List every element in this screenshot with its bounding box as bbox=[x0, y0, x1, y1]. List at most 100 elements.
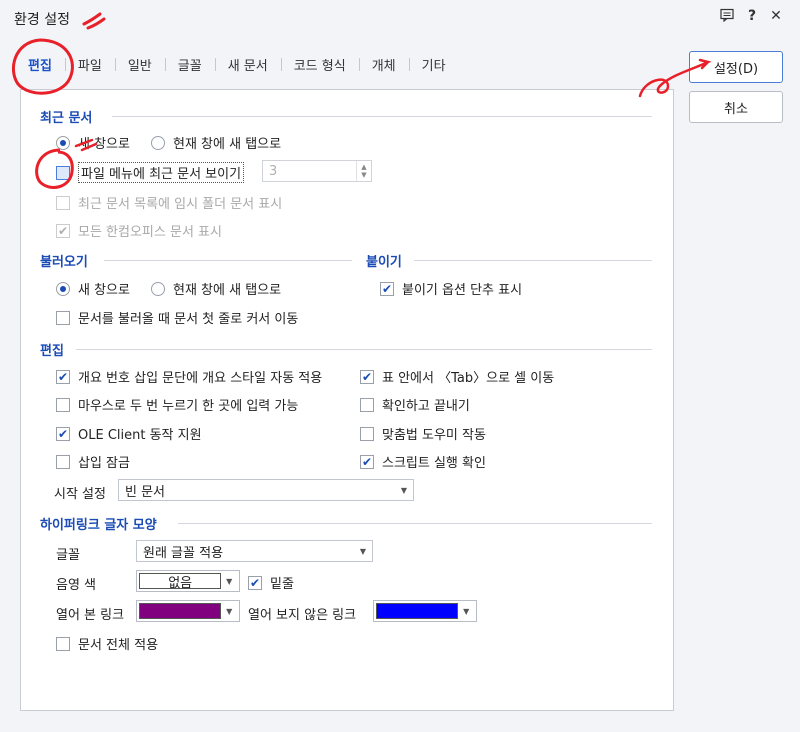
color-swatch bbox=[139, 603, 222, 619]
checkbox[interactable] bbox=[56, 397, 70, 412]
checkbox-label: 파일 메뉴에 최근 문서 보이기 bbox=[78, 162, 245, 183]
color-swatch bbox=[376, 603, 459, 619]
hyperlink-font-label: 글꼴 bbox=[56, 548, 80, 563]
recent-count-spinner[interactable]: 3 ▲ ▼ bbox=[262, 160, 372, 182]
checkmark-icon[interactable]: ✔ bbox=[360, 454, 374, 469]
section-hyperlink-title: 하이퍼링크 글자 모양 bbox=[40, 518, 157, 533]
window-title: 환경 설정 bbox=[14, 12, 70, 28]
chevron-down-icon: ▼ bbox=[400, 485, 407, 495]
checkbox-label: 최근 문서 목록에 임시 폴더 문서 표시 bbox=[78, 197, 283, 212]
chevron-down-icon: ▼ bbox=[359, 546, 366, 556]
edit-dblclick[interactable]: 마우스로 두 번 누르기 한 곳에 입력 가능 bbox=[56, 395, 298, 414]
select-value: 원래 글꼴 적용 bbox=[143, 545, 224, 561]
checkbox[interactable] bbox=[56, 636, 70, 651]
tab-code-format[interactable]: 코드 형식 bbox=[280, 55, 359, 74]
spinner-value[interactable]: 3 bbox=[263, 164, 356, 179]
section-divider bbox=[414, 260, 652, 261]
radio-unselected[interactable] bbox=[151, 281, 165, 296]
tab-edit[interactable]: 편집 bbox=[28, 55, 65, 74]
section-paste-title: 붙이기 bbox=[366, 255, 402, 270]
checkbox-label: 확인하고 끝내기 bbox=[382, 399, 470, 414]
underline-checkbox[interactable]: ✔ 밑줄 bbox=[248, 573, 294, 592]
hyperlink-font-select[interactable]: 원래 글꼴 적용 ▼ bbox=[136, 540, 373, 562]
tab-object[interactable]: 개체 bbox=[358, 55, 409, 74]
start-setting-label: 시작 설정 bbox=[54, 487, 106, 502]
checkbox[interactable] bbox=[56, 310, 70, 325]
checkbox-label: 붙이기 옵션 단추 표시 bbox=[402, 283, 523, 298]
tab-file[interactable]: 파일 bbox=[64, 55, 115, 74]
paste-options-checkbox[interactable]: ✔ 붙이기 옵션 단추 표시 bbox=[380, 279, 522, 298]
checkbox[interactable] bbox=[360, 426, 374, 441]
close-icon[interactable]: ✕ bbox=[768, 8, 784, 24]
radio-selected[interactable] bbox=[56, 135, 70, 150]
comment-icon[interactable] bbox=[719, 8, 735, 26]
chevron-down-icon[interactable]: ▼ bbox=[221, 607, 237, 616]
section-open-title: 불러오기 bbox=[40, 255, 88, 270]
section-divider bbox=[104, 260, 352, 261]
tab-font[interactable]: 글꼴 bbox=[164, 55, 215, 74]
edit-tab-cell[interactable]: ✔ 표 안에서 〈Tab〉으로 셀 이동 bbox=[360, 367, 554, 386]
section-divider bbox=[112, 116, 652, 117]
checkmark-icon[interactable]: ✔ bbox=[56, 369, 70, 384]
checkmark-icon[interactable]: ✔ bbox=[248, 575, 262, 590]
checkbox-label: 삽입 잠금 bbox=[78, 456, 130, 471]
spinner-arrows[interactable]: ▲ ▼ bbox=[356, 161, 371, 181]
help-icon[interactable]: ? bbox=[744, 8, 760, 24]
checkbox-label: OLE Client 동작 지원 bbox=[78, 428, 202, 443]
select-value: 빈 문서 bbox=[125, 484, 166, 500]
checkmark-icon: ✔ bbox=[56, 223, 70, 238]
tab-other[interactable]: 기타 bbox=[408, 55, 459, 74]
radio-unselected[interactable] bbox=[151, 135, 165, 150]
unvisited-link-label: 열어 보지 않은 링크 bbox=[248, 608, 357, 623]
edit-insert-lock[interactable]: 삽입 잠금 bbox=[56, 452, 130, 471]
edit-outline-style[interactable]: ✔ 개요 번호 삽입 문단에 개요 스타일 자동 적용 bbox=[56, 367, 322, 386]
apply-all-checkbox[interactable]: 문서 전체 적용 bbox=[56, 634, 158, 653]
visited-color-picker[interactable]: ▼ bbox=[136, 600, 240, 622]
ok-button[interactable]: 설정(D) bbox=[689, 51, 783, 83]
checkbox-label: 마우스로 두 번 누르기 한 곳에 입력 가능 bbox=[78, 399, 299, 414]
cancel-button[interactable]: 취소 bbox=[689, 91, 783, 123]
checkbox-label: 문서 전체 적용 bbox=[78, 638, 159, 653]
checkmark-icon[interactable]: ✔ bbox=[380, 281, 394, 296]
radio-label: 새 창으로 bbox=[78, 137, 130, 152]
section-divider bbox=[76, 349, 652, 350]
hyperlink-shade-label: 음영 색 bbox=[56, 578, 97, 593]
checkmark-icon[interactable]: ✔ bbox=[56, 426, 70, 441]
checkbox-label: 표 안에서 〈Tab〉으로 셀 이동 bbox=[382, 371, 555, 386]
radio-label: 현재 창에 새 탭으로 bbox=[173, 137, 282, 152]
checkbox-label: 맞춤법 도우미 작동 bbox=[382, 428, 486, 443]
edit-spell[interactable]: 맞춤법 도우미 작동 bbox=[360, 424, 486, 443]
tab-new-document[interactable]: 새 문서 bbox=[214, 55, 281, 74]
checkbox-label: 문서를 불러올 때 문서 첫 줄로 커서 이동 bbox=[78, 312, 299, 327]
radio-label: 현재 창에 새 탭으로 bbox=[173, 283, 282, 298]
unvisited-color-picker[interactable]: ▼ bbox=[373, 600, 477, 622]
chevron-down-icon[interactable]: ▼ bbox=[458, 607, 474, 616]
checkbox-label: 밑줄 bbox=[270, 577, 294, 592]
shade-color-picker[interactable]: 없음 ▼ bbox=[136, 570, 240, 592]
edit-script-confirm[interactable]: ✔ 스크립트 실행 확인 bbox=[360, 452, 486, 471]
checkbox bbox=[56, 195, 70, 210]
start-setting-select[interactable]: 빈 문서 ▼ bbox=[118, 479, 414, 501]
tab-bar: 편집 파일 일반 글꼴 새 문서 코드 형식 개체 기타 bbox=[28, 55, 459, 74]
checkbox-label: 모든 한컴오피스 문서 표시 bbox=[78, 225, 222, 240]
radio-selected[interactable] bbox=[56, 281, 70, 296]
open-radio-new[interactable]: 새 창으로 bbox=[56, 279, 130, 298]
checkbox[interactable] bbox=[56, 454, 70, 469]
recent-radio-tab[interactable]: 현재 창에 새 탭으로 bbox=[151, 133, 281, 152]
edit-confirm-exit[interactable]: 확인하고 끝내기 bbox=[360, 395, 470, 414]
checkbox[interactable] bbox=[360, 397, 374, 412]
visited-link-label: 열어 본 링크 bbox=[56, 608, 125, 623]
recent-show-in-menu[interactable]: 파일 메뉴에 최근 문서 보이기 bbox=[56, 162, 245, 183]
chevron-down-icon[interactable]: ▼ bbox=[221, 577, 237, 586]
section-divider bbox=[178, 523, 652, 524]
recent-radio-new[interactable]: 새 창으로 bbox=[56, 133, 130, 152]
open-radio-tab[interactable]: 현재 창에 새 탭으로 bbox=[151, 279, 281, 298]
checkbox-label: 스크립트 실행 확인 bbox=[382, 456, 486, 471]
open-cursor-first[interactable]: 문서를 불러올 때 문서 첫 줄로 커서 이동 bbox=[56, 308, 298, 327]
edit-ole[interactable]: ✔ OLE Client 동작 지원 bbox=[56, 424, 202, 443]
checkmark-icon[interactable]: ✔ bbox=[360, 369, 374, 384]
tab-general[interactable]: 일반 bbox=[114, 55, 165, 74]
checkbox[interactable] bbox=[56, 165, 70, 180]
recent-temp-folder: 최근 문서 목록에 임시 폴더 문서 표시 bbox=[56, 193, 282, 212]
color-swatch: 없음 bbox=[139, 573, 222, 591]
